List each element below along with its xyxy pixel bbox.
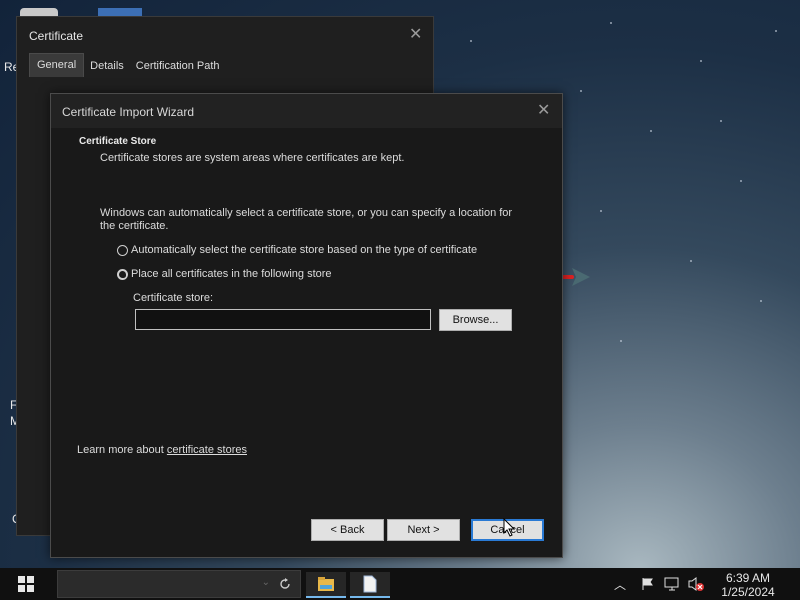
- document-taskbar-button[interactable]: [350, 572, 390, 598]
- certificate-store-input[interactable]: [135, 309, 431, 330]
- clock-date: 1/25/2024: [721, 585, 775, 599]
- learn-more-prefix: Learn more about: [77, 444, 167, 456]
- taskbar: ⌄ ︿ 6:39 AM 1/25/2024: [0, 568, 800, 600]
- learn-more-text: Learn more about certificate stores: [77, 444, 247, 457]
- wizard-heading: Certificate Store: [79, 136, 157, 147]
- close-icon[interactable]: ✕: [537, 103, 550, 119]
- radio-auto-select-label[interactable]: Automatically select the certificate sto…: [131, 244, 477, 257]
- refresh-icon: [280, 578, 290, 589]
- wizard-description-line1: Windows can automatically select a certi…: [100, 207, 513, 219]
- wizard-title: Certificate Import Wizard: [62, 105, 195, 119]
- certificate-tabs: General Details Certification Path: [29, 53, 226, 77]
- wizard-subheading: Certificate stores are system areas wher…: [100, 152, 405, 164]
- back-button[interactable]: < Back: [311, 519, 384, 541]
- close-icon[interactable]: ✕: [409, 27, 422, 43]
- rocket-icon: [562, 268, 590, 286]
- tab-general[interactable]: General: [29, 53, 85, 77]
- wizard-body: Certificate Store Certificate stores are…: [51, 128, 562, 557]
- file-explorer-taskbar-button[interactable]: [306, 572, 346, 598]
- radio-auto-select[interactable]: [117, 245, 128, 256]
- browse-button[interactable]: Browse...: [439, 309, 512, 331]
- chevron-down-icon: ⌄: [261, 577, 270, 588]
- clock-time: 6:39 AM: [725, 571, 771, 585]
- speaker-muted-icon[interactable]: [687, 576, 705, 592]
- flag-icon[interactable]: [641, 577, 655, 591]
- radio-place-in-store-label[interactable]: Place all certificates in the following …: [131, 268, 332, 281]
- radio-place-in-store[interactable]: [117, 269, 128, 280]
- certificate-stores-link[interactable]: certificate stores: [167, 444, 247, 456]
- certificate-import-wizard: Certificate Import Wizard ✕ Certificate …: [50, 93, 563, 558]
- chevron-up-icon[interactable]: ︿: [614, 576, 626, 593]
- tab-certification-path[interactable]: Certification Path: [130, 54, 226, 77]
- windows-start-icon[interactable]: [18, 576, 34, 592]
- wizard-titlebar: Certificate Import Wizard ✕: [51, 94, 562, 128]
- taskbar-clock[interactable]: 6:39 AM 1/25/2024: [712, 571, 784, 599]
- certificate-store-label: Certificate store:: [133, 292, 214, 304]
- taskbar-search-input[interactable]: ⌄: [57, 570, 301, 598]
- network-icon[interactable]: [664, 577, 680, 591]
- certificate-window-title: Certificate: [29, 29, 84, 43]
- next-button[interactable]: Next >: [387, 519, 460, 541]
- mouse-cursor-icon: [503, 518, 516, 537]
- document-icon: [363, 575, 377, 593]
- wizard-description-line2: the certificate.: [100, 220, 169, 232]
- tab-details[interactable]: Details: [84, 54, 130, 77]
- folder-icon: [318, 577, 334, 591]
